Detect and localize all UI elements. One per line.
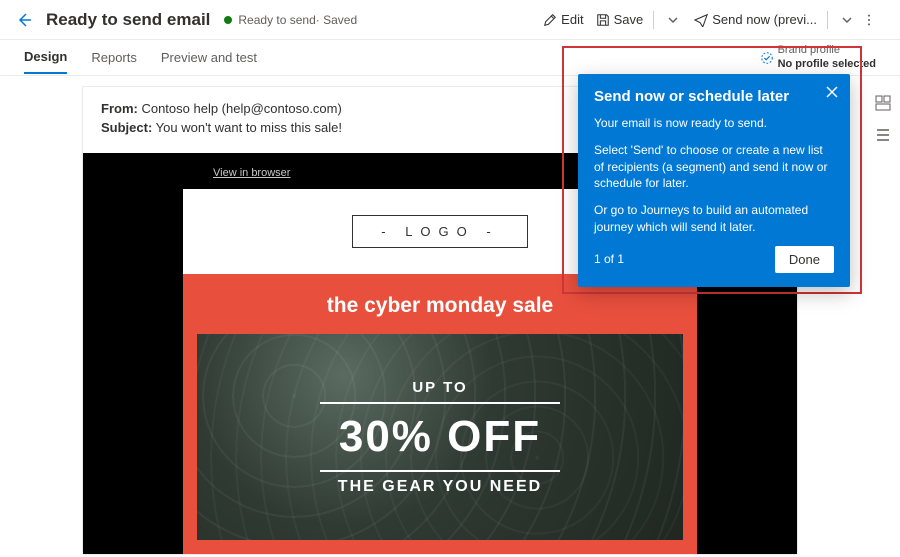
separator xyxy=(653,11,654,29)
brand-profile-label: Brand profile xyxy=(778,44,840,57)
sale-title: the cyber monday sale xyxy=(183,294,697,318)
status-dot-icon xyxy=(224,16,232,24)
top-bar: Ready to send email Ready to send · Save… xyxy=(0,0,900,40)
separator xyxy=(827,11,828,29)
teaching-callout: Send now or schedule later Your email is… xyxy=(578,74,850,287)
callout-paragraph-3: Or go to Journeys to build an automated … xyxy=(594,202,834,236)
brand-profile-value: No profile selected xyxy=(778,58,876,71)
chevron-down-icon xyxy=(842,15,852,25)
callout-step-indicator: 1 of 1 xyxy=(594,252,624,266)
from-value: Contoso help (help@contoso.com) xyxy=(138,101,342,116)
send-now-button[interactable]: Send now (previ... xyxy=(688,8,823,31)
brand-profile-icon xyxy=(760,51,774,65)
hero-divider xyxy=(320,470,560,472)
tabs-bar: Design Reports Preview and test Brand pr… xyxy=(0,40,900,76)
side-toolbar xyxy=(872,92,894,146)
save-icon xyxy=(596,13,610,27)
save-dropdown[interactable] xyxy=(658,11,688,29)
edit-button[interactable]: Edit xyxy=(537,8,589,31)
view-in-browser-link[interactable]: View in browser xyxy=(183,167,290,179)
list-icon xyxy=(875,127,891,143)
callout-paragraph-1: Your email is now ready to send. xyxy=(594,115,834,132)
logo-placeholder: - LOGO - xyxy=(352,215,527,248)
status-indicator: Ready to send · Saved xyxy=(224,13,357,27)
callout-close-button[interactable] xyxy=(822,82,842,102)
edit-label: Edit xyxy=(561,12,583,27)
more-button[interactable] xyxy=(862,13,888,27)
status-text: Ready to send xyxy=(238,13,315,27)
chevron-down-icon xyxy=(668,15,678,25)
status-suffix: · Saved xyxy=(316,13,357,27)
from-label: From: xyxy=(101,101,138,116)
callout-done-button[interactable]: Done xyxy=(775,246,834,273)
page-title: Ready to send email xyxy=(46,10,210,30)
send-icon xyxy=(694,13,708,27)
hero-line-3: THE GEAR YOU NEED xyxy=(338,478,542,496)
hero-line-2: 30% OFF xyxy=(339,412,541,462)
close-icon xyxy=(826,86,838,98)
tab-design[interactable]: Design xyxy=(24,41,67,74)
send-label: Send now (previ... xyxy=(712,12,817,27)
arrow-left-icon xyxy=(16,12,32,28)
subject-value: You won't want to miss this sale! xyxy=(152,120,342,135)
send-dropdown[interactable] xyxy=(832,11,862,29)
more-vertical-icon xyxy=(862,13,876,27)
hero-line-1: UP TO xyxy=(412,379,467,396)
hero-divider xyxy=(320,402,560,404)
tab-reports[interactable]: Reports xyxy=(91,42,137,73)
list-tool[interactable] xyxy=(872,124,894,146)
elements-tool[interactable] xyxy=(872,92,894,114)
tab-preview-and-test[interactable]: Preview and test xyxy=(161,42,257,73)
back-button[interactable] xyxy=(12,8,36,32)
brand-profile-selector[interactable]: Brand profile No profile selected xyxy=(760,44,876,70)
save-button[interactable]: Save xyxy=(590,8,650,31)
layout-icon xyxy=(875,95,891,111)
callout-title: Send now or schedule later xyxy=(594,88,834,105)
hero-image-block: UP TO 30% OFF THE GEAR YOU NEED xyxy=(183,334,697,554)
save-label: Save xyxy=(614,12,644,27)
subject-label: Subject: xyxy=(101,120,152,135)
callout-paragraph-2: Select 'Send' to choose or create a new … xyxy=(594,142,834,192)
pencil-icon xyxy=(543,13,557,27)
